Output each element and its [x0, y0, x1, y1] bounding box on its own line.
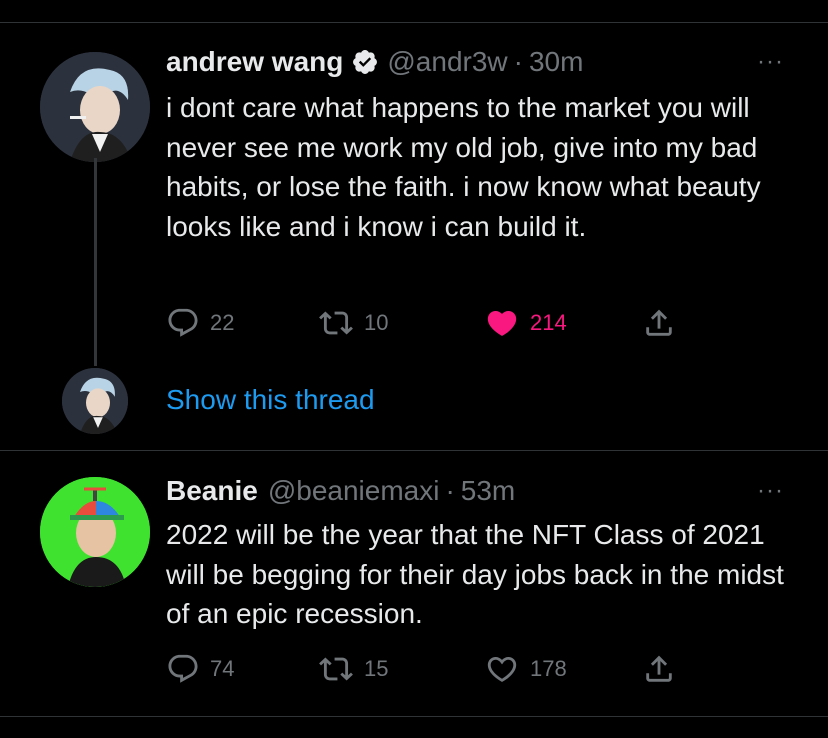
- author-handle[interactable]: @beaniemaxi: [268, 475, 440, 507]
- reply-count: 22: [210, 310, 235, 335]
- share-button[interactable]: [642, 303, 676, 343]
- retweet-count: 10: [364, 310, 389, 335]
- like-button[interactable]: 178: [484, 649, 567, 689]
- like-count: 178: [530, 656, 567, 681]
- more-icon[interactable]: ···: [757, 48, 784, 76]
- like-count: 214: [530, 310, 567, 335]
- tweet-time[interactable]: 53m: [461, 475, 515, 507]
- like-button[interactable]: 214: [484, 303, 567, 343]
- author-name[interactable]: Beanie: [166, 475, 258, 507]
- retweet-icon: [318, 306, 354, 340]
- retweet-icon: [318, 652, 354, 686]
- tweet-time[interactable]: 30m: [529, 46, 583, 78]
- tweet-actions: 74 15 178: [166, 649, 686, 689]
- retweet-count: 15: [364, 656, 389, 681]
- bottom-divider: [0, 716, 828, 717]
- like-icon: [484, 306, 520, 340]
- tweet-beanie[interactable]: Beanie @beaniemaxi · 53m ··· 2022 will b…: [0, 451, 828, 716]
- tweet-text: 2022 will be the year that the NFT Class…: [166, 519, 784, 629]
- author-handle[interactable]: @andr3w: [387, 46, 507, 78]
- tweet-text: i dont care what happens to the market y…: [166, 92, 761, 242]
- more-icon[interactable]: ···: [757, 477, 784, 505]
- share-icon: [642, 306, 676, 340]
- retweet-button[interactable]: 10: [318, 303, 388, 343]
- retweet-button[interactable]: 15: [318, 649, 388, 689]
- tweet-header: Beanie @beaniemaxi · 53m: [166, 475, 515, 507]
- avatar-andrew[interactable]: [40, 52, 150, 162]
- author-name[interactable]: andrew wang: [166, 46, 343, 78]
- share-icon: [642, 652, 676, 686]
- reply-icon: [166, 652, 200, 686]
- separator-dot: ·: [513, 46, 523, 77]
- reply-icon: [166, 306, 200, 340]
- show-thread-link[interactable]: Show this thread: [166, 384, 375, 416]
- like-icon: [484, 652, 520, 686]
- tweet-andrew[interactable]: andrew wang @andr3w · 30m ··· i dont car…: [0, 0, 828, 450]
- tweet-actions: 22 10 214: [166, 303, 686, 343]
- reply-count: 74: [210, 656, 235, 681]
- avatar-beanie[interactable]: [40, 477, 150, 587]
- verified-icon: [351, 48, 379, 76]
- reply-button[interactable]: 74: [166, 649, 234, 689]
- thread-avatar-andrew[interactable]: [62, 368, 128, 434]
- tweet-header: andrew wang @andr3w · 30m: [166, 46, 583, 78]
- reply-button[interactable]: 22: [166, 303, 234, 343]
- share-button[interactable]: [642, 649, 676, 689]
- separator-dot: ·: [445, 475, 455, 506]
- thread-connector: [94, 158, 97, 366]
